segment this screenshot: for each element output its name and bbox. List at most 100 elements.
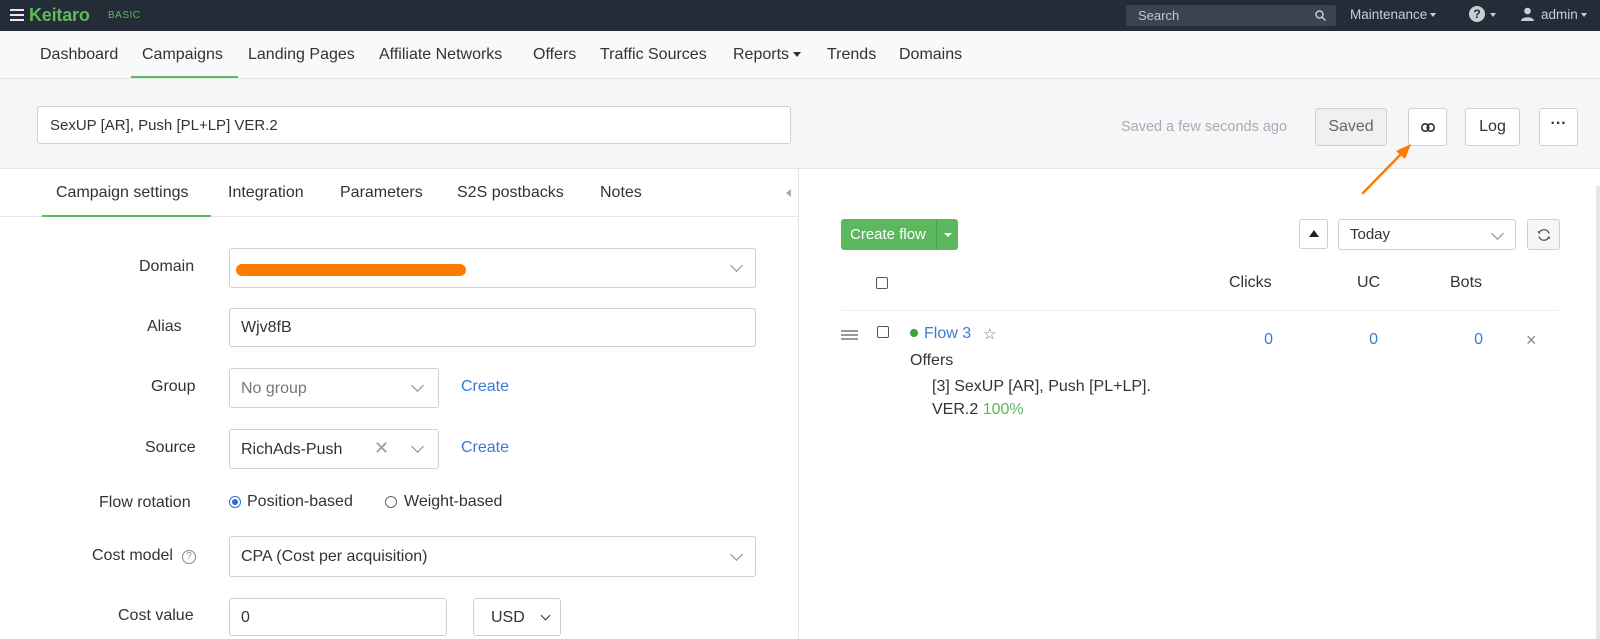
status-active-icon <box>910 329 918 337</box>
cost-value-label: Cost value <box>118 607 194 624</box>
tab-campaign-settings[interactable]: Campaign settings <box>56 184 189 202</box>
main-nav: Dashboard Campaigns Landing Pages Affili… <box>0 31 1600 79</box>
cost-value-input[interactable]: 0 <box>229 598 447 636</box>
clear-icon[interactable]: ✕ <box>374 438 389 459</box>
flow-name-link[interactable]: Flow 3 <box>924 325 971 343</box>
nav-domains[interactable]: Domains <box>899 46 962 64</box>
campaign-name-input[interactable] <box>37 106 791 144</box>
row-checkbox[interactable] <box>877 326 889 338</box>
chevron-down-icon <box>411 379 424 392</box>
nav-reports-label: Reports <box>733 46 790 63</box>
save-status: Saved a few seconds ago <box>1121 119 1288 135</box>
cost-model-select[interactable]: CPA (Cost per acquisition) <box>229 536 756 577</box>
help-circle-icon[interactable]: ? <box>182 550 196 564</box>
search-icon[interactable] <box>1315 10 1326 21</box>
star-icon[interactable]: ☆ <box>983 325 996 343</box>
triangle-up-icon <box>1309 230 1319 237</box>
maintenance-menu[interactable]: Maintenance <box>1350 7 1437 22</box>
nav-campaigns[interactable]: Campaigns <box>142 46 223 64</box>
caret-down-icon[interactable] <box>1490 13 1496 17</box>
alias-input[interactable]: Wjv8fB <box>229 308 756 347</box>
col-uc[interactable]: UC <box>1357 274 1380 292</box>
refresh-icon <box>1537 229 1551 241</box>
chevron-down-icon <box>411 440 424 453</box>
campaign-tabs: Campaign settings Integration Parameters… <box>0 169 798 217</box>
drag-handle-icon[interactable] <box>841 330 858 342</box>
cost-value: 0 <box>241 609 250 626</box>
refresh-button[interactable] <box>1527 219 1560 250</box>
caret-down-icon[interactable] <box>944 233 952 237</box>
weight-based-label[interactable]: Weight-based <box>404 493 502 511</box>
col-bots[interactable]: Bots <box>1450 274 1482 292</box>
user-icon[interactable] <box>1521 7 1534 21</box>
sort-toggle-button[interactable] <box>1299 219 1328 249</box>
nav-traffic-sources[interactable]: Traffic Sources <box>600 46 707 64</box>
select-all-checkbox[interactable] <box>876 277 888 289</box>
redacted-domain-value <box>236 264 466 276</box>
offer-name-suffix: VER.2 <box>932 401 979 418</box>
create-flow-button[interactable]: Create flow <box>841 219 958 250</box>
group-select[interactable]: No group <box>229 368 439 408</box>
col-clicks[interactable]: Clicks <box>1229 274 1272 292</box>
logo[interactable]: Keitaro <box>29 5 90 26</box>
bots-value[interactable]: 0 <box>1470 331 1483 349</box>
more-button[interactable]: ··· <box>1539 108 1578 146</box>
chevron-down-icon <box>540 610 551 621</box>
alias-value: Wjv8fB <box>241 319 292 336</box>
maintenance-label: Maintenance <box>1350 7 1428 22</box>
chevron-down-icon <box>730 548 743 561</box>
close-icon[interactable]: × <box>1526 330 1537 351</box>
hamburger-menu-icon[interactable] <box>10 9 24 21</box>
currency-value: USD <box>491 609 525 626</box>
annotation-arrow-icon <box>1361 144 1411 195</box>
clicks-value[interactable]: 0 <box>1260 331 1273 349</box>
username: admin <box>1541 7 1578 22</box>
top-bar: Keitaro BASIC Maintenance ? admin <box>0 0 1600 31</box>
offer-name-line1: [3] SexUP [AR], Push [PL+LP]. <box>932 378 1151 395</box>
weight-based-radio[interactable] <box>385 496 397 508</box>
group-label: Group <box>151 378 196 395</box>
offers-label: Offers <box>910 352 954 369</box>
tab-parameters[interactable]: Parameters <box>340 184 423 202</box>
nav-reports[interactable]: Reports <box>733 46 802 64</box>
nav-affiliate-networks[interactable]: Affiliate Networks <box>379 46 502 64</box>
chevron-down-icon <box>1491 227 1504 240</box>
source-value: RichAds-Push <box>241 441 343 458</box>
source-label: Source <box>145 439 196 456</box>
nav-trends[interactable]: Trends <box>827 46 876 64</box>
caret-down-icon <box>793 52 802 58</box>
nav-dashboard[interactable]: Dashboard <box>40 46 118 64</box>
uc-value[interactable]: 0 <box>1365 331 1378 349</box>
link-icon <box>1421 123 1435 132</box>
help-icon[interactable]: ? <box>1469 6 1485 22</box>
user-menu[interactable]: admin <box>1541 7 1587 22</box>
currency-select[interactable]: USD <box>473 598 561 636</box>
position-based-radio[interactable] <box>229 496 241 508</box>
source-select[interactable]: RichAds-Push ✕ <box>229 429 439 469</box>
create-source-link[interactable]: Create <box>461 439 509 457</box>
scrollbar[interactable] <box>1596 186 1600 639</box>
position-based-label[interactable]: Position-based <box>247 493 353 511</box>
cost-model-value: CPA (Cost per acquisition) <box>241 548 428 565</box>
nav-landing-pages[interactable]: Landing Pages <box>248 46 355 64</box>
split-divider <box>936 219 937 250</box>
tab-s2s-postbacks[interactable]: S2S postbacks <box>457 184 564 202</box>
period-select[interactable]: Today <box>1338 219 1516 250</box>
active-tab-indicator <box>42 215 211 217</box>
search-input[interactable] <box>1126 5 1306 26</box>
nav-offers[interactable]: Offers <box>533 46 576 64</box>
search-box <box>1126 5 1336 26</box>
create-flow-label: Create flow <box>850 226 926 243</box>
plan-tier-label: BASIC <box>108 10 141 21</box>
table-divider <box>841 310 1559 311</box>
tab-integration[interactable]: Integration <box>228 184 304 202</box>
domain-select[interactable] <box>229 248 756 288</box>
offer-name-line2: VER.2 100% <box>932 401 1024 419</box>
create-group-link[interactable]: Create <box>461 378 509 396</box>
log-button[interactable]: Log <box>1465 108 1520 146</box>
active-nav-indicator <box>131 76 238 78</box>
tab-notes[interactable]: Notes <box>600 184 642 202</box>
flow-rotation-label: Flow rotation <box>99 494 191 511</box>
collapse-panel-icon[interactable] <box>786 189 791 197</box>
cost-model-label: Cost model <box>92 547 173 564</box>
